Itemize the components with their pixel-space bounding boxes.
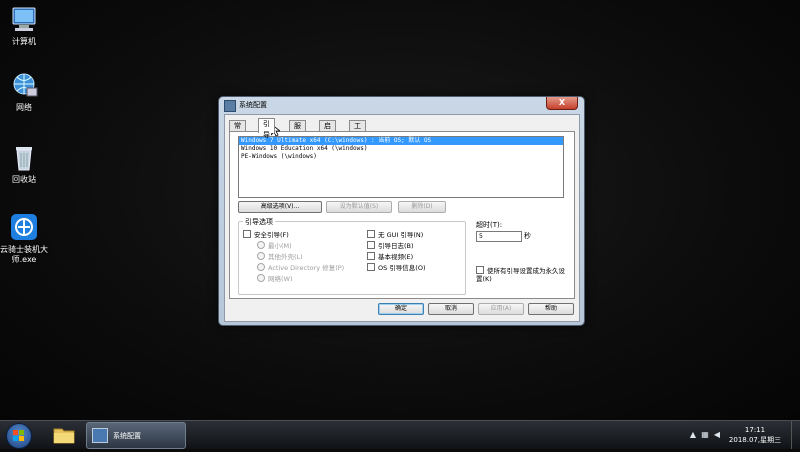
- os-boot-info-checkbox[interactable]: OS 引导信息(O): [367, 263, 426, 272]
- delete-button[interactable]: 删除(D): [398, 201, 446, 213]
- recycle-bin-icon: [9, 144, 39, 172]
- start-button[interactable]: [6, 423, 32, 449]
- make-permanent-checkbox[interactable]: 使所有引导设置成为永久设置(K): [476, 266, 568, 283]
- no-gui-boot-label: 无 GUI 引导(N): [378, 231, 424, 239]
- checkbox-box: [243, 230, 251, 238]
- os-list-item[interactable]: PE-Windows (\windows): [239, 153, 563, 161]
- timeout-unit: 秒: [524, 232, 531, 240]
- desktop-icon-label: 计算机: [12, 37, 36, 46]
- radio-circle: [257, 252, 265, 260]
- checkbox-box: [367, 230, 375, 238]
- advanced-options-button[interactable]: 高级选项(V)...: [238, 201, 322, 213]
- boot-log-checkbox[interactable]: 引导日志(B): [367, 241, 414, 250]
- apply-button[interactable]: 应用(A): [478, 303, 524, 315]
- safe-boot-checkbox[interactable]: 安全引导(F): [243, 230, 289, 239]
- computer-icon: [9, 6, 39, 34]
- desktop-icon-computer[interactable]: 计算机: [0, 6, 48, 47]
- taskbar-item-label: 系统配置: [113, 432, 141, 440]
- dialog-client: 常规 引导 服务 启动 工具 Windows 7 Ultimate x64 (C…: [224, 114, 580, 322]
- system-config-icon: [92, 428, 108, 443]
- set-default-button[interactable]: 设为默认值(S): [326, 201, 392, 213]
- desktop-icon-label: 网络: [16, 103, 32, 112]
- checkbox-box: [367, 263, 375, 271]
- ad-repair-radio[interactable]: Active Directory 修复(P): [257, 263, 344, 272]
- base-video-checkbox[interactable]: 基本视频(E): [367, 252, 413, 261]
- desktop-icon-label: 回收站: [12, 175, 36, 184]
- alternate-shell-radio[interactable]: 其他外壳(L): [257, 252, 303, 261]
- boot-options-group: 引导选项 安全引导(F) 最小(M) 其他外壳(L) Active Direct…: [238, 217, 466, 295]
- desktop-icon-network[interactable]: 网络: [0, 72, 48, 113]
- os-list-item[interactable]: Windows 10 Education x64 (\windows): [239, 145, 563, 153]
- network-icon: [9, 72, 39, 100]
- os-list-item[interactable]: Windows 7 Ultimate x64 (C:\windows) : 当前…: [239, 137, 563, 145]
- clock-date: 2018.07,星期三: [728, 436, 782, 444]
- network-label: 网络(W): [268, 275, 293, 283]
- radio-circle: [257, 263, 265, 271]
- radio-circle: [257, 274, 265, 282]
- boot-log-label: 引导日志(B): [378, 242, 414, 250]
- ok-button[interactable]: 确定: [378, 303, 424, 315]
- ad-repair-label: Active Directory 修复(P): [268, 264, 345, 272]
- boot-options-title: 引导选项: [243, 217, 275, 227]
- taskbar-item-system-config[interactable]: 系统配置: [86, 422, 186, 449]
- help-button[interactable]: 帮助: [528, 303, 574, 315]
- yunqishi-app-icon: [9, 214, 39, 242]
- cancel-button[interactable]: 取消: [428, 303, 474, 315]
- minimal-label: 最小(M): [268, 242, 292, 250]
- make-permanent-label: 使所有引导设置成为永久设置(K): [476, 267, 565, 283]
- taskbar: 系统配置 ▲ ▦ ◀ 17:11 2018.07,星期三: [0, 420, 800, 449]
- network-tray-icon[interactable]: ▦: [700, 430, 710, 440]
- radio-circle: [257, 241, 265, 249]
- safe-boot-label: 安全引导(F): [254, 231, 289, 239]
- checkbox-box: [367, 241, 375, 249]
- system-config-icon: [224, 100, 236, 112]
- timeout-input[interactable]: 5: [476, 231, 522, 242]
- clock-time: 17:11: [744, 426, 766, 434]
- base-video-label: 基本视频(E): [378, 253, 414, 261]
- dialog-title: 系统配置: [239, 101, 267, 109]
- alternate-shell-label: 其他外壳(L): [268, 253, 303, 261]
- desktop-icon-yunqishi[interactable]: 云骑士装机大师.exe: [0, 214, 48, 265]
- desktop-icon-label: 云骑士装机大师.exe: [0, 245, 48, 264]
- no-gui-boot-checkbox[interactable]: 无 GUI 引导(N): [367, 230, 423, 239]
- folder-icon: [53, 428, 75, 444]
- title-bar[interactable]: 系统配置 X: [219, 97, 584, 113]
- tray-arrow-icon[interactable]: ▲: [688, 430, 698, 440]
- clock[interactable]: 17:11 2018.07,星期三: [726, 425, 784, 445]
- close-button[interactable]: X: [546, 97, 578, 110]
- timeout-label: 超时(T):: [476, 221, 503, 229]
- os-boot-info-label: OS 引导信息(O): [378, 264, 426, 272]
- volume-icon[interactable]: ◀: [712, 430, 722, 440]
- checkbox-box: [367, 252, 375, 260]
- boot-tab-panel: Windows 7 Ultimate x64 (C:\windows) : 当前…: [229, 131, 575, 299]
- tab-boot[interactable]: 引导: [258, 118, 275, 139]
- os-list[interactable]: Windows 7 Ultimate x64 (C:\windows) : 当前…: [238, 136, 564, 198]
- desktop-icon-recycle-bin[interactable]: 回收站: [0, 144, 48, 185]
- checkbox-box: [476, 266, 484, 274]
- system-config-dialog: 系统配置 X 常规 引导 服务 启动 工具 Windows 7 Ultimate…: [218, 96, 585, 326]
- show-desktop-button[interactable]: [791, 421, 800, 449]
- windows-logo-icon: [13, 430, 24, 441]
- network-radio[interactable]: 网络(W): [257, 274, 293, 283]
- minimal-radio[interactable]: 最小(M): [257, 241, 292, 250]
- taskbar-explorer-button[interactable]: [44, 422, 84, 448]
